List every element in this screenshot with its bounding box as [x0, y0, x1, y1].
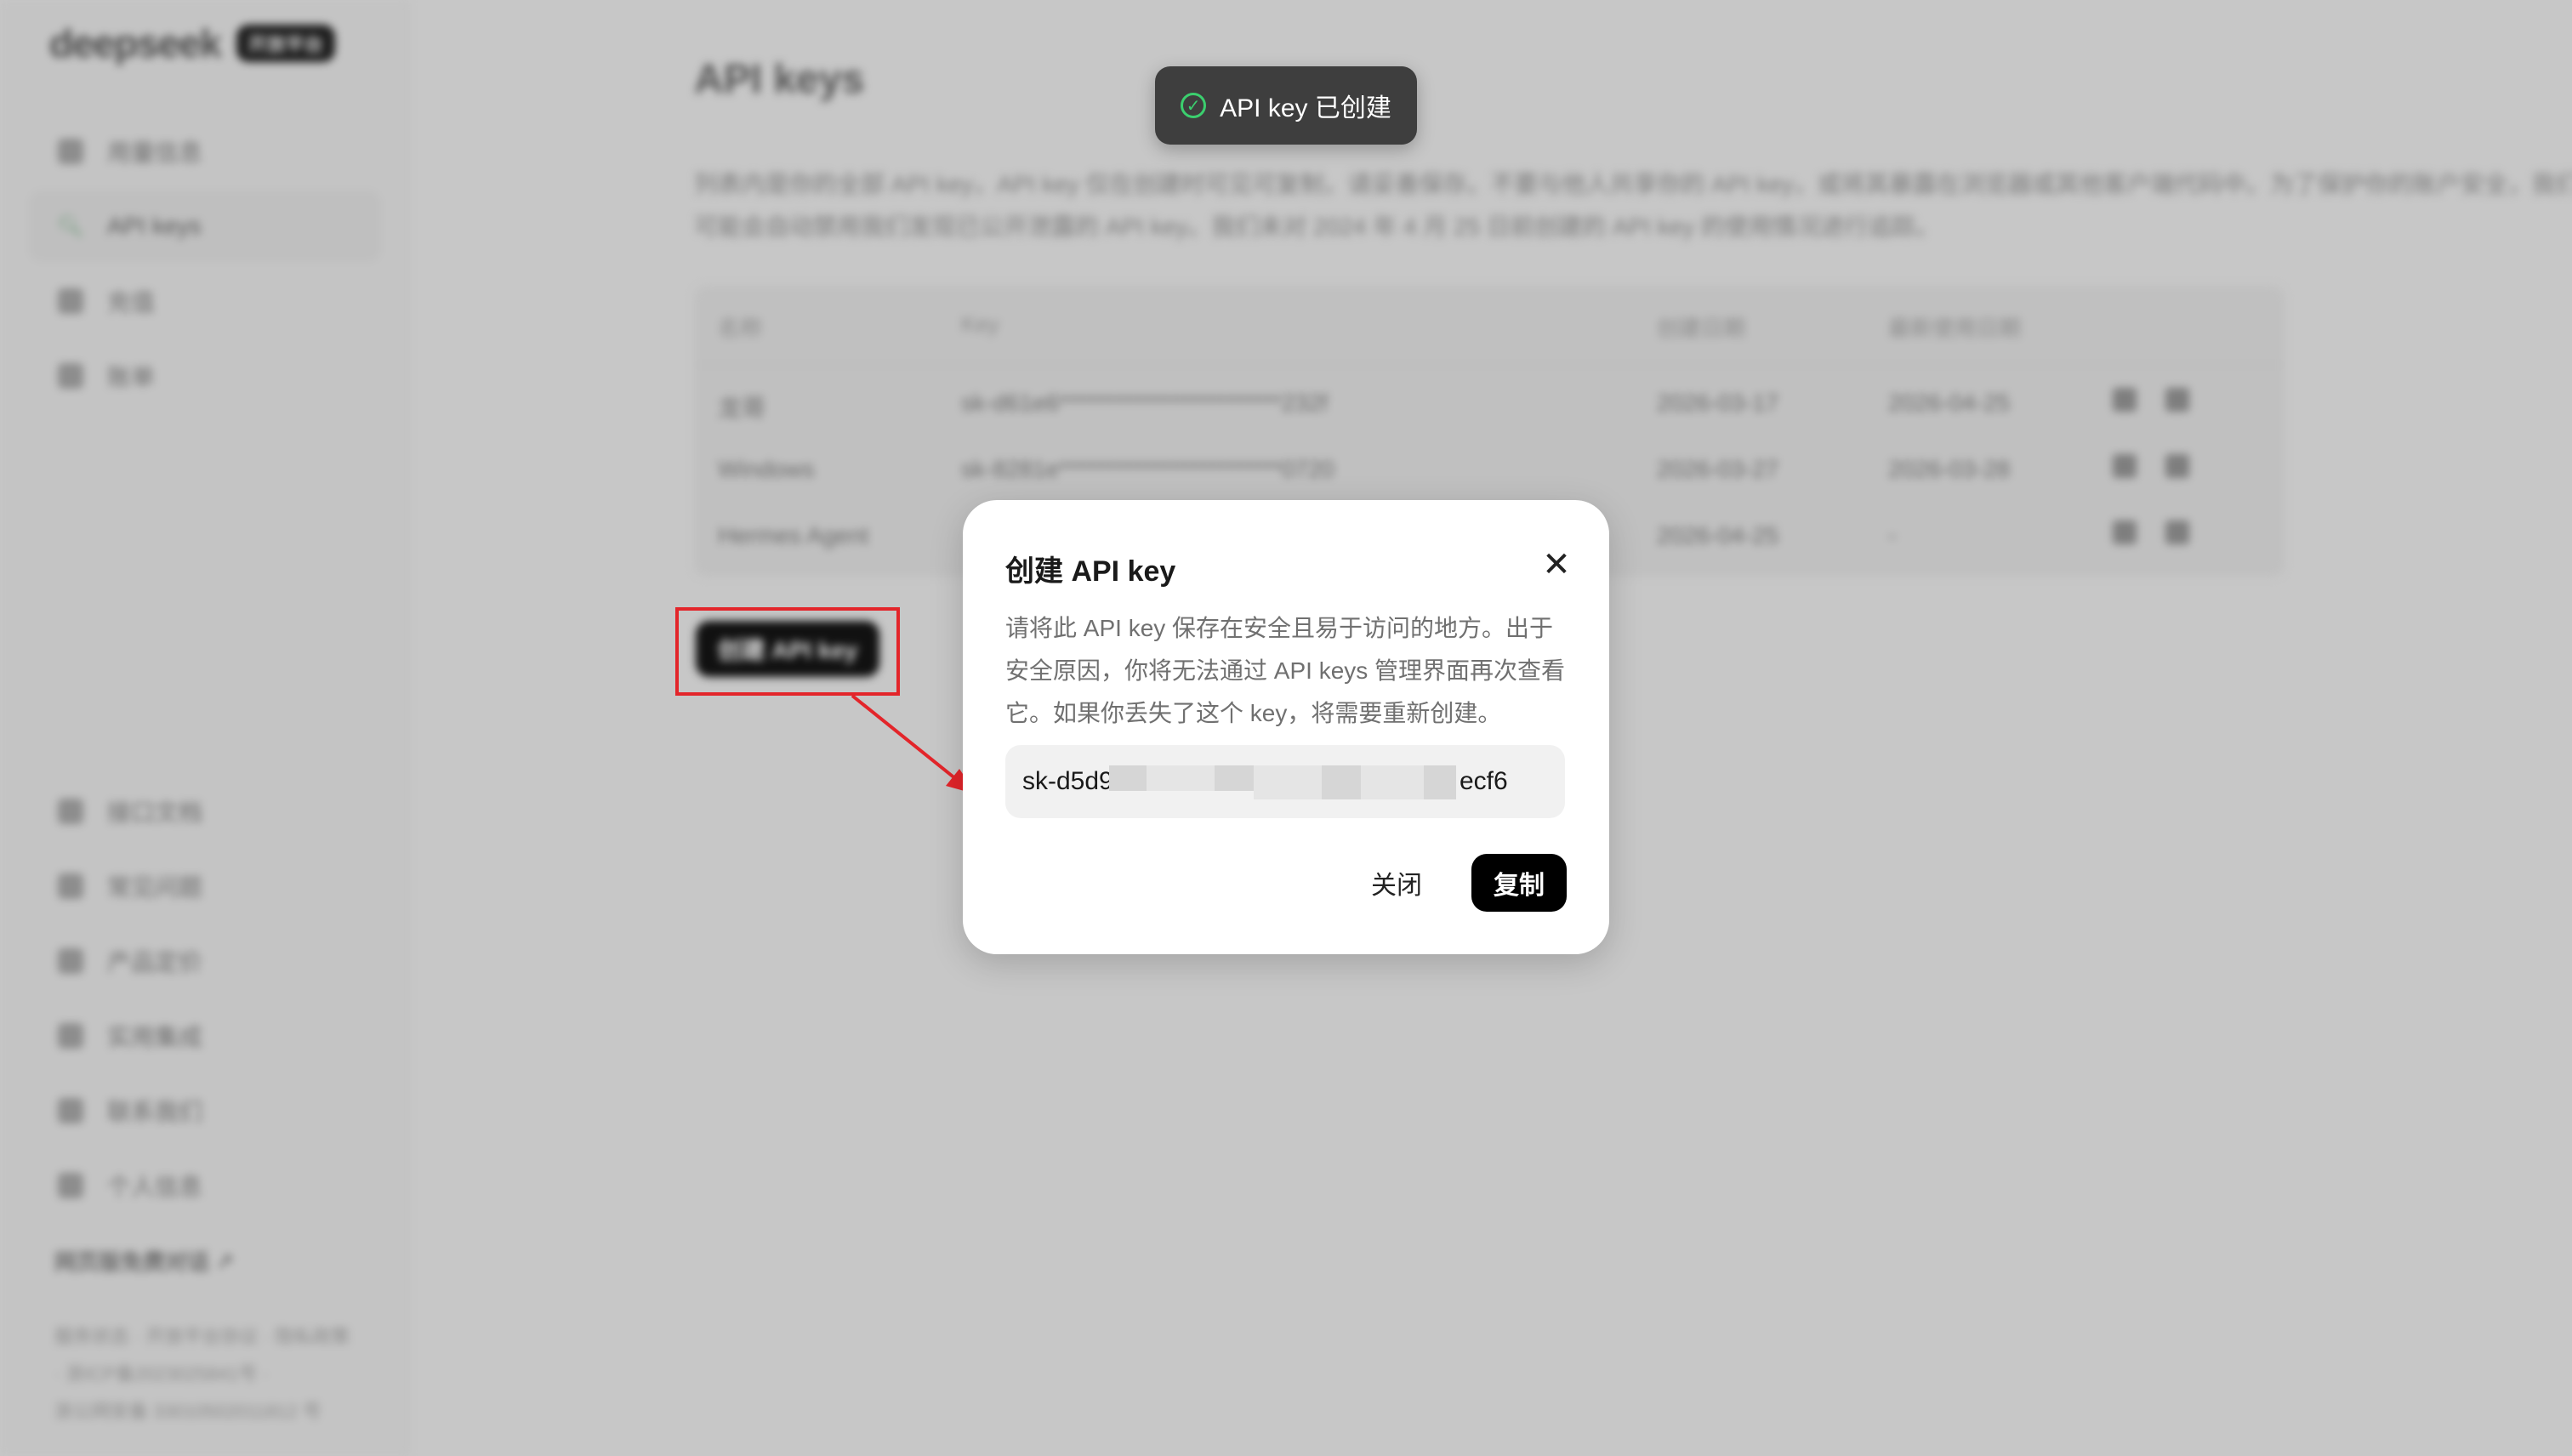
- table-row: Windows sk-8281e************************…: [694, 437, 2285, 503]
- sidebar-item-label: 接口文档: [107, 799, 203, 826]
- close-icon[interactable]: ✕: [1538, 546, 1575, 583]
- row-name: 龙哥: [718, 395, 766, 421]
- sidebar-item-label: 账单: [107, 364, 156, 390]
- sidebar-item-integrations[interactable]: 实用集成: [29, 1000, 381, 1072]
- redaction-block: [1109, 765, 1147, 791]
- wallet-icon: [58, 288, 83, 314]
- highlight-box: [675, 607, 900, 696]
- column-header-last-used: 最新使用日期: [1888, 316, 2022, 341]
- sidebar-item-pricing[interactable]: 产品定价: [29, 925, 381, 997]
- toast-text: API key 已创建: [1220, 94, 1391, 122]
- success-toast: ✓ API key 已创建: [1155, 66, 1417, 145]
- column-header-created: 创建日期: [1657, 316, 1746, 341]
- receipt-icon: [58, 363, 83, 389]
- sidebar-item-api-keys[interactable]: 🔍︎ API keys: [29, 191, 381, 262]
- page-description: 列表内是你的全部 API key，API key 仅在创建时可见可复制，请妥善保…: [694, 171, 2572, 240]
- redaction-block: [1322, 765, 1361, 799]
- table-row: 龙哥 sk-d61e6************************232f …: [694, 371, 2285, 437]
- api-key-field[interactable]: sk-d5d9 ecf6: [1005, 745, 1565, 818]
- sidebar-item-recharge[interactable]: 充值: [29, 265, 381, 337]
- row-last-used: -: [1888, 522, 1897, 549]
- footer-police[interactable]: 浙公网安备 33010502011812 号: [54, 1393, 386, 1430]
- trash-icon[interactable]: [2165, 454, 2189, 478]
- sidebar-footer: 服务状态 · 开放平台协议 · 隐私政策 · 浙ICP备2023025841号 …: [54, 1318, 386, 1430]
- redaction-block: [1147, 765, 1215, 791]
- dialog-title: 创建 API key: [1005, 555, 1176, 588]
- sidebar-item-label: API keys: [107, 213, 202, 239]
- sidebar-item-label: 联系我们: [107, 1099, 203, 1125]
- tag-icon: [58, 948, 83, 974]
- redaction-block: [1215, 765, 1254, 791]
- row-name: Hermes Agent: [718, 522, 869, 549]
- row-created: 2026-04-25: [1657, 522, 1779, 549]
- footer-icp[interactable]: · 浙ICP备2023025841号 ·: [54, 1356, 386, 1393]
- logo: deepseek 开放平台: [49, 20, 335, 66]
- column-header-name: 名称: [718, 316, 763, 341]
- integration-icon: [58, 1023, 83, 1049]
- row-key: sk-d61e6************************232f: [961, 390, 1329, 416]
- sidebar-item-contact[interactable]: 联系我们: [29, 1075, 381, 1146]
- sidebar-item-profile[interactable]: 个人信息: [29, 1150, 381, 1221]
- platform-badge: 开放平台: [236, 25, 335, 62]
- row-created: 2026-03-27: [1657, 456, 1779, 482]
- sidebar-item-label: 产品定价: [107, 949, 203, 975]
- footer-links[interactable]: 服务状态 · 开放平台协议 · 隐私政策: [54, 1318, 386, 1356]
- document-icon: [58, 799, 83, 824]
- row-last-used: 2026-03-28: [1888, 456, 2011, 482]
- check-circle-icon: ✓: [1181, 93, 1207, 118]
- close-button[interactable]: 关闭: [1363, 856, 1431, 910]
- edit-icon[interactable]: [2113, 454, 2137, 478]
- row-last-used: 2026-04-25: [1888, 390, 2011, 416]
- page-title: API keys: [694, 57, 865, 102]
- sidebar-item-usage[interactable]: 用量信息: [29, 116, 381, 187]
- edit-icon[interactable]: [2113, 388, 2137, 412]
- create-api-key-dialog: 创建 API key ✕ 请将此 API key 保存在安全且易于访问的地方。出…: [963, 500, 1609, 954]
- redaction-block: [1424, 765, 1456, 799]
- sidebar-item-faq[interactable]: 常见问题: [29, 850, 381, 922]
- edit-icon[interactable]: [2113, 520, 2137, 544]
- row-key: sk-8281e************************0720: [961, 456, 1334, 482]
- row-name: Windows: [718, 456, 815, 482]
- table-header: 名称 Key 创建日期 最新使用日期: [694, 286, 2285, 366]
- sidebar-item-billing[interactable]: 账单: [29, 340, 381, 412]
- sidebar-item-label: 用量信息: [107, 139, 203, 166]
- sidebar-item-label: 个人信息: [107, 1174, 203, 1200]
- bar-chart-icon: [58, 139, 83, 164]
- trash-icon[interactable]: [2165, 520, 2189, 544]
- question-icon: [58, 873, 83, 899]
- row-created: 2026-03-17: [1657, 390, 1779, 416]
- sidebar-item-label: 常见问题: [107, 874, 203, 901]
- dialog-description: 请将此 API key 保存在安全且易于访问的地方。出于安全原因，你将无法通过 …: [1005, 615, 1566, 726]
- redaction-block: [1254, 765, 1322, 799]
- api-key-suffix: ecf6: [1460, 767, 1508, 795]
- trash-icon[interactable]: [2165, 388, 2189, 412]
- paper-plane-icon: [58, 1098, 83, 1123]
- search-icon: 🔍︎: [57, 214, 84, 238]
- sidebar-item-label: 充值: [107, 289, 156, 316]
- logo-text: deepseek: [49, 21, 222, 65]
- user-icon: [58, 1173, 83, 1198]
- api-key-prefix: sk-d5d9: [1022, 767, 1113, 795]
- redaction-block: [1361, 765, 1424, 799]
- copy-button[interactable]: 复制: [1471, 854, 1567, 912]
- sidebar-item-docs[interactable]: 接口文档: [29, 776, 381, 847]
- sidebar-item-label: 实用集成: [107, 1024, 203, 1050]
- column-header-key: Key: [961, 311, 999, 337]
- sidebar: deepseek 开放平台 用量信息 🔍︎ API keys 充值 账单 接口文…: [0, 0, 408, 1456]
- webchat-link[interactable]: 网页版免费对话 ↗: [54, 1245, 234, 1277]
